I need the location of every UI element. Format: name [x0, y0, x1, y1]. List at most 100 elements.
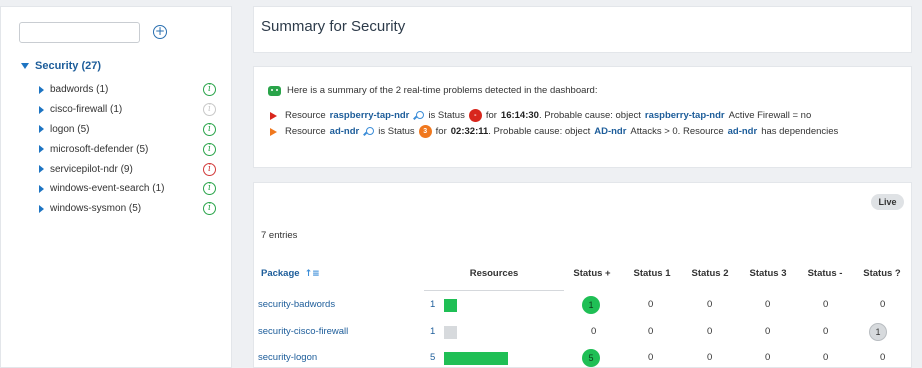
problem-status-text: is Status — [428, 110, 465, 121]
table-row: security-cisco-firewall 1 0 0 0 0 0 1 — [254, 323, 913, 343]
zoom-icon[interactable] — [413, 111, 425, 120]
caret-right-icon — [39, 165, 44, 174]
sort-asc-icon[interactable]: ↑≡ — [305, 269, 320, 279]
info-icon[interactable]: i — [203, 122, 216, 136]
resources-count[interactable]: 1 — [430, 326, 435, 337]
tree-item-label: servicepilot-ndr (9) — [50, 163, 133, 175]
header-divider — [424, 290, 564, 291]
tree-item-windows-sysmon[interactable]: windows-sysmon (5) i — [39, 199, 219, 219]
info-icon[interactable]: i — [203, 83, 216, 97]
column-header-resources[interactable]: Resources — [459, 268, 529, 279]
resources-count[interactable]: 5 — [430, 352, 435, 363]
tree-item-servicepilot-ndr[interactable]: servicepilot-ndr (9) i — [39, 159, 219, 179]
status-3-value: 0 — [765, 326, 771, 337]
status-2-value: 0 — [707, 299, 713, 310]
object-link[interactable]: raspberry-tap-ndr — [645, 110, 725, 121]
page-title: Summary for Security — [261, 18, 406, 35]
column-header-package[interactable]: Package ↑≡ — [261, 268, 320, 279]
status-unknown-badge[interactable]: 1 — [869, 323, 887, 341]
tree-item-label: badwords (1) — [50, 84, 109, 96]
title-panel: Summary for Security — [253, 6, 912, 53]
table-panel: Live 7 entries Package ↑≡ Resources Stat… — [253, 182, 912, 368]
column-header-status-3[interactable]: Status 3 — [740, 268, 796, 279]
entries-count: 7 entries — [261, 230, 298, 241]
column-header-status-minus[interactable]: Status - — [797, 268, 853, 279]
info-icon[interactable]: i — [203, 202, 216, 216]
problem-for-text: for — [435, 126, 447, 137]
info-icon[interactable]: i — [203, 162, 216, 176]
status-unknown-value: 0 — [880, 352, 886, 363]
object-link[interactable]: AD-ndr — [594, 126, 626, 137]
table-row: security-logon 5 5 0 0 0 0 0 — [254, 349, 913, 368]
problem-item: Resource ad-ndr is Status 3 for 02:32:11… — [270, 125, 838, 138]
info-icon[interactable]: i — [203, 142, 216, 156]
problem-cause-prefix: . Probable cause: object — [538, 110, 641, 121]
status-minus-value: 0 — [823, 299, 829, 310]
status-plus-badge[interactable]: 1 — [582, 296, 600, 314]
caret-right-icon — [39, 145, 44, 154]
problem-prefix: Resource — [285, 126, 326, 137]
status-1-value: 0 — [648, 299, 654, 310]
caret-right-icon — [39, 85, 44, 94]
search-input[interactable] — [19, 22, 140, 43]
problem-cause-suffix: Attacks > 0. Resource — [630, 126, 724, 137]
triangle-right-icon — [270, 111, 277, 120]
resources-bar — [444, 352, 508, 365]
problem-cause-suffix: Active Firewall = no — [728, 110, 812, 121]
status-2-value: 0 — [707, 352, 713, 363]
resource-link[interactable]: ad-ndr — [330, 126, 360, 137]
tree-item-badwords[interactable]: badwords (1) i — [39, 80, 219, 100]
object-link[interactable]: ad-ndr — [728, 126, 758, 137]
problem-cause-prefix: . Probable cause: object — [488, 126, 591, 137]
tree-item-label: cisco-firewall (1) — [50, 104, 123, 116]
table-row: security-badwords 1 1 0 0 0 0 0 — [254, 296, 913, 316]
problem-item: Resource raspberry-tap-ndr is Status - f… — [270, 109, 811, 122]
add-circle-icon[interactable]: + — [153, 25, 167, 39]
status-3-value: 0 — [765, 352, 771, 363]
column-header-label: Package — [261, 268, 300, 279]
triangle-right-icon — [270, 127, 277, 136]
info-icon[interactable]: i — [203, 103, 216, 117]
resources-bar — [444, 326, 457, 339]
status-badge: 3 — [418, 125, 432, 138]
status-1-value: 0 — [648, 326, 654, 337]
status-3-value: 0 — [765, 299, 771, 310]
package-link[interactable]: security-cisco-firewall — [258, 326, 348, 337]
tree-item-microsoft-defender[interactable]: microsoft-defender (5) i — [39, 139, 219, 159]
status-badge: - — [468, 109, 482, 122]
column-header-status-1[interactable]: Status 1 — [624, 268, 680, 279]
info-icon[interactable]: i — [203, 182, 216, 196]
problem-status-text: is Status — [378, 126, 415, 137]
summary-intro-text: Here is a summary of the 2 real-time pro… — [287, 85, 598, 96]
status-unknown-value: 0 — [880, 299, 886, 310]
package-link[interactable]: security-badwords — [258, 299, 335, 310]
status-2-value: 0 — [707, 326, 713, 337]
caret-right-icon — [39, 184, 44, 193]
summary-intro: Here is a summary of the 2 real-time pro… — [268, 85, 598, 96]
zoom-icon[interactable] — [363, 127, 375, 136]
tree-item-label: logon (5) — [50, 123, 90, 135]
robot-icon — [268, 85, 281, 96]
column-header-status-plus[interactable]: Status + — [564, 268, 620, 279]
caret-right-icon — [39, 105, 44, 114]
problem-duration: 02:32:11 — [450, 126, 489, 137]
resources-count[interactable]: 1 — [430, 299, 435, 310]
summary-panel: Here is a summary of the 2 real-time pro… — [253, 66, 912, 168]
problem-for-text: for — [485, 110, 497, 121]
package-link[interactable]: security-logon — [258, 352, 317, 363]
status-plus-badge[interactable]: 5 — [582, 349, 600, 367]
tree-item-windows-event-search[interactable]: windows-event-search (1) i — [39, 179, 219, 199]
tree-item-logon[interactable]: logon (5) i — [39, 120, 219, 140]
column-header-status-2[interactable]: Status 2 — [682, 268, 738, 279]
resource-link[interactable]: raspberry-tap-ndr — [330, 110, 410, 121]
column-header-status-unknown[interactable]: Status ? — [854, 268, 910, 279]
live-button[interactable]: Live — [871, 194, 904, 210]
caret-right-icon — [39, 125, 44, 134]
tree-item-cisco-firewall[interactable]: cisco-firewall (1) i — [39, 100, 219, 120]
status-minus-value: 0 — [823, 352, 829, 363]
sidebar: + Security (27) badwords (1) i cisco-fir… — [0, 6, 232, 368]
problem-duration: 16:14:30 — [500, 110, 539, 121]
tree-root-label: Security (27) — [35, 60, 102, 72]
tree-root-security[interactable]: Security (27) — [21, 60, 101, 72]
problem-prefix: Resource — [285, 110, 326, 121]
